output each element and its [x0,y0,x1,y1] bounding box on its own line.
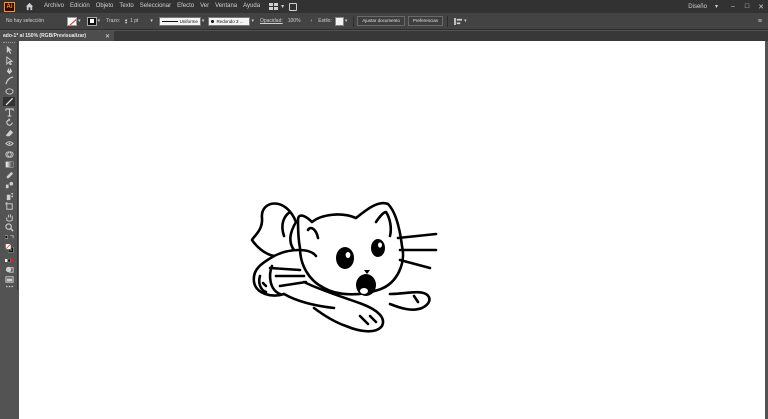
fill-stroke-swatches[interactable] [3,241,15,255]
fill-swatch[interactable] [67,16,78,26]
close-window-button[interactable]: ✕ [754,3,768,11]
chevron-down-icon[interactable]: ▾ [78,18,81,24]
blend-tool-icon[interactable] [3,181,15,190]
width-tool-icon[interactable] [3,139,15,148]
chevron-down-icon[interactable]: ▾ [464,18,467,24]
close-icon[interactable]: ✕ [105,33,110,40]
curvature-tool-icon[interactable] [3,76,15,85]
opacity-value[interactable]: 100% [288,18,301,24]
cat-right-eye [371,239,385,257]
eyedropper-tool-icon[interactable] [3,171,15,180]
document-tab[interactable]: ado-1* al 150% (RGB/Previsualizar) ✕ [0,31,114,41]
brush-label: Redondo 3 ... [216,18,244,24]
hand-tool-icon[interactable] [3,213,15,222]
document-tab-title: ado-1* al 150% (RGB/Previsualizar) [3,33,87,39]
ellipse-tool-icon[interactable] [3,87,15,96]
cat-other-paw [388,290,431,311]
workspace-switcher[interactable]: Diseño [688,4,707,10]
maximize-button[interactable]: □ [740,3,754,10]
menu-ver[interactable]: Ver [197,0,212,13]
menu-objeto[interactable]: Objeto [93,0,117,13]
menu-ayuda[interactable]: Ayuda [240,0,263,13]
panel-grip[interactable] [3,42,15,44]
artboard-tool-icon[interactable] [3,202,15,211]
symbol-sprayer-tool-icon[interactable] [3,192,15,201]
chevron-right-icon[interactable]: › [311,18,313,24]
minimize-button[interactable]: – [726,3,740,10]
arrange-documents-icon[interactable] [269,3,279,10]
control-bar: No hay selección ▾ ▾ Trazo: ▲ ▼ 1 pt ▾ Un… [0,13,768,30]
cat-drawing[interactable] [250,198,440,340]
selection-status: No hay selección [6,18,45,24]
home-icon[interactable] [23,1,35,12]
chevron-down-icon[interactable]: ▾ [150,18,153,24]
eraser-tool-icon[interactable] [3,129,15,138]
menu-texto[interactable]: Texto [116,0,136,13]
menu-ventana[interactable]: Ventana [212,0,240,13]
panel-menu-icon[interactable]: ≡ [758,18,762,25]
align-icon[interactable] [454,17,463,25]
style-label: Estilo: [318,18,332,24]
stroke-weight-value[interactable]: 1 pt [130,18,138,24]
pen-tool-icon[interactable] [3,66,15,75]
tools-panel [0,41,18,290]
divider [447,15,449,27]
menu-edicion[interactable]: Edición [67,0,93,13]
draw-mode-icon[interactable] [3,265,15,274]
chevron-down-icon[interactable]: ▾ [345,18,348,24]
gradient-tool-icon[interactable] [3,160,15,169]
color-mode-icon[interactable] [3,257,15,263]
direct-selection-tool-icon[interactable] [3,56,15,65]
selection-tool-icon[interactable] [3,45,15,54]
cat-left-eye [336,247,354,269]
preferences-button[interactable]: Preferencias [407,16,444,26]
opacity-label[interactable]: Opacidad: [260,18,283,24]
stroke-weight-stepper[interactable]: ▲ ▼ [124,18,128,25]
cat-body [272,248,318,258]
chevron-down-icon[interactable]: ▾ [251,18,254,24]
profile-label: Uniforme [179,18,198,24]
shape-builder-tool-icon[interactable] [3,150,15,159]
document-tab-bar: ado-1* al 150% (RGB/Previsualizar) ✕ [0,31,768,41]
chevron-down-icon[interactable]: ▾ [715,3,718,10]
menu-bar: Ai Archivo Edición Objeto Texto Seleccio… [0,0,768,13]
variable-width-profile[interactable]: Uniforme [158,16,201,26]
chevron-down-icon[interactable]: ▾ [202,18,205,24]
stroke-swatch[interactable] [86,16,97,26]
illustrator-logo: Ai [4,1,15,12]
divider [353,15,355,27]
cat-ear-inner [306,226,320,240]
swap-fill-stroke-icon[interactable] [3,234,15,240]
menu-seleccionar[interactable]: Seleccionar [137,0,174,13]
cat-nose [364,270,370,274]
zoom-tool-icon[interactable] [3,223,15,232]
type-tool-icon[interactable] [3,108,15,117]
cat-whiskers [396,232,438,240]
menu-archivo[interactable]: Archivo [41,0,67,13]
main-menu: Archivo Edición Objeto Texto Seleccionar… [41,0,263,13]
graphic-style-swatch[interactable] [334,16,344,26]
search-panel-icon[interactable] [289,2,298,11]
brush-definition[interactable]: Redondo 3 ... [208,16,251,26]
paintbrush-tool-icon[interactable] [3,97,15,106]
more-tools-icon[interactable] [3,283,15,289]
chevron-down-icon[interactable]: ▾ [281,3,284,10]
chevron-down-icon[interactable]: ▾ [98,18,101,24]
rotate-tool-icon[interactable] [3,118,15,127]
stroke-label: Trazo: [106,18,121,24]
menu-efecto[interactable]: Efecto [174,0,197,13]
document-setup-button[interactable]: Ajustar documento [357,16,405,26]
